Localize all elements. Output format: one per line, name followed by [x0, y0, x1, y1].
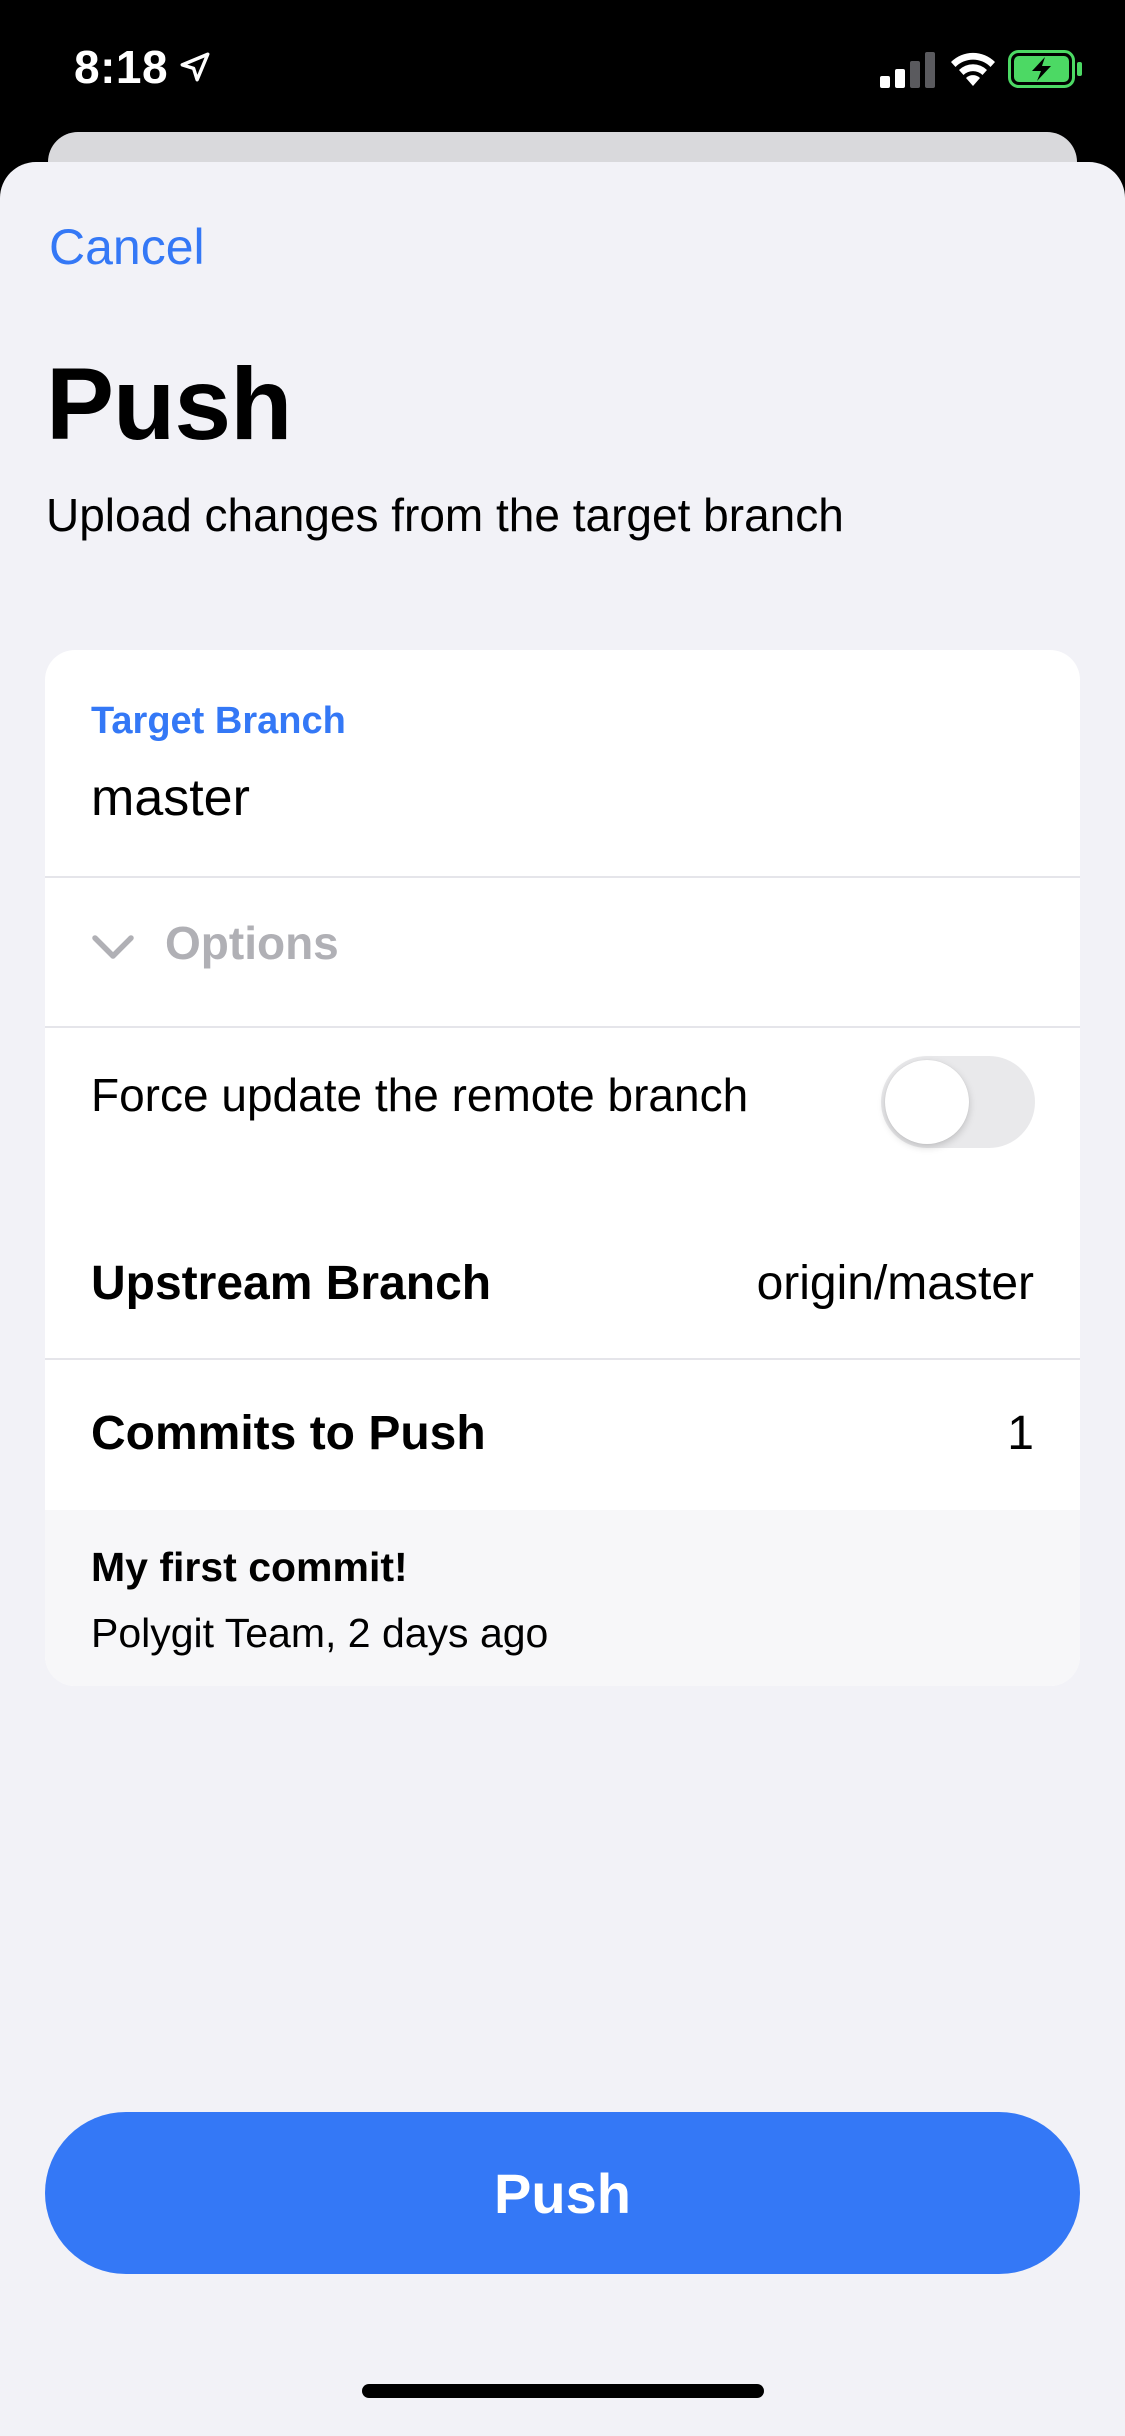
toggle-knob	[885, 1060, 969, 1144]
commit-author-date: Polygit Team, 2 days ago	[91, 1610, 549, 1656]
page-subtitle: Upload changes from the target branch	[46, 489, 844, 541]
upstream-branch-label: Upstream Branch	[91, 1257, 492, 1310]
location-arrow-icon	[180, 52, 210, 82]
target-branch-field[interactable]	[91, 768, 991, 828]
push-button[interactable]: Push	[45, 2112, 1080, 2274]
force-update-label: Force update the remote branch	[91, 1069, 749, 1121]
page-title: Push	[46, 347, 292, 461]
wifi-icon	[951, 52, 995, 86]
target-branch-label: Target Branch	[91, 700, 346, 742]
chevron-down-icon[interactable]	[89, 928, 137, 968]
cellular-signal-icon	[880, 52, 935, 88]
battery-charging-icon	[1008, 50, 1082, 88]
commits-to-push-row: Commits to Push 1	[45, 1360, 1080, 1510]
push-sheet: Cancel Push Upload changes from the targ…	[0, 162, 1125, 2436]
cancel-button[interactable]: Cancel	[49, 218, 205, 276]
target-branch-row[interactable]: Target Branch	[45, 650, 1080, 876]
push-details-card: Upstream Branch origin/master Commits to…	[45, 1208, 1080, 1686]
upstream-branch-row: Upstream Branch origin/master	[45, 1208, 1080, 1358]
commit-message: My first commit!	[91, 1544, 408, 1590]
commits-to-push-count: 1	[1007, 1407, 1034, 1460]
upstream-branch-value: origin/master	[756, 1257, 1034, 1310]
commits-to-push-label: Commits to Push	[91, 1407, 486, 1460]
options-label[interactable]: Options	[165, 916, 339, 970]
divider	[45, 1026, 1080, 1028]
force-update-toggle[interactable]	[881, 1056, 1035, 1148]
status-bar: 8:18	[0, 0, 1125, 135]
divider	[45, 876, 1080, 878]
commit-list-item[interactable]: My first commit! Polygit Team, 2 days ag…	[45, 1510, 1080, 1686]
home-indicator[interactable]	[362, 2384, 764, 2398]
status-time: 8:18	[74, 41, 169, 93]
